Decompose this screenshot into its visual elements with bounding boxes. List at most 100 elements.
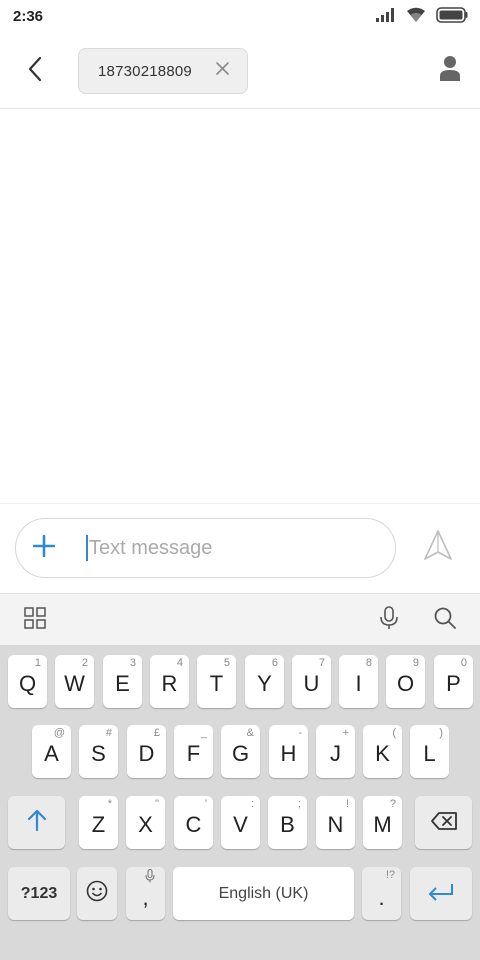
- voice-input-button[interactable]: [375, 605, 403, 634]
- key-hint: ": [155, 798, 159, 810]
- key-q[interactable]: 1Q: [8, 655, 47, 708]
- key-t[interactable]: 5T: [197, 655, 236, 708]
- key-hint: 3: [129, 657, 136, 669]
- key-label: Y: [257, 670, 272, 696]
- key-hint: 0: [460, 657, 467, 669]
- key-s[interactable]: # S: [79, 725, 118, 778]
- key-j[interactable]: + J: [316, 725, 355, 778]
- key-label: O: [396, 670, 415, 696]
- key-b[interactable]: ; B: [268, 796, 307, 849]
- key-k[interactable]: (K: [363, 725, 402, 778]
- key-label: K: [375, 740, 390, 766]
- key-n[interactable]: ! N: [316, 796, 355, 849]
- key-z[interactable]: * Z: [79, 796, 118, 849]
- key-v[interactable]: :V: [221, 796, 260, 849]
- period-key-hint: !?: [385, 869, 395, 881]
- key-hint: 1: [34, 657, 41, 669]
- enter-icon: [428, 881, 454, 907]
- message-input[interactable]: Text message: [86, 531, 376, 565]
- key-label: J: [330, 740, 341, 766]
- key-label: R: [161, 670, 178, 696]
- key-hint: ;: [297, 798, 301, 810]
- key-label: I: [355, 670, 362, 696]
- contact-button[interactable]: [436, 56, 464, 86]
- key-y[interactable]: 6Y: [245, 655, 284, 708]
- backspace-key[interactable]: [415, 796, 472, 849]
- compose-divider: [0, 503, 480, 504]
- key-r[interactable]: 4R: [150, 655, 189, 708]
- key-label: W: [64, 670, 85, 696]
- battery-icon: [436, 6, 468, 28]
- key-e[interactable]: 3E: [103, 655, 142, 708]
- key-hint: 9: [412, 657, 419, 669]
- key-hint: !: [345, 798, 349, 810]
- symbols-key[interactable]: ?123: [8, 867, 70, 920]
- key-hint: 8: [365, 657, 372, 669]
- key-label: T: [209, 670, 224, 696]
- back-button[interactable]: [18, 54, 52, 88]
- recipient-chip[interactable]: 18730218809: [78, 48, 248, 94]
- key-label: C: [185, 811, 202, 837]
- search-icon: [433, 606, 457, 635]
- shift-key[interactable]: [8, 796, 65, 849]
- key-f[interactable]: _ F: [174, 725, 213, 778]
- key-c[interactable]: ' C: [174, 796, 213, 849]
- text-caret: [86, 535, 88, 561]
- key-hint: 5: [223, 657, 230, 669]
- key-hint: ': [204, 798, 207, 810]
- key-hint: ?: [389, 798, 396, 810]
- key-hint: +: [342, 727, 349, 739]
- key-hint: ): [439, 727, 443, 739]
- key-label: N: [327, 811, 344, 837]
- key-label: A: [44, 740, 59, 766]
- microphone-icon: [145, 868, 155, 886]
- key-hint: _: [200, 727, 207, 739]
- attach-button[interactable]: [31, 534, 57, 561]
- key-label: S: [91, 740, 106, 766]
- key-label: V: [233, 811, 248, 837]
- key-hint: -: [298, 727, 302, 739]
- key-x[interactable]: " X: [126, 796, 165, 849]
- shift-icon: [26, 809, 48, 837]
- key-label: U: [303, 670, 320, 696]
- key-hint: 4: [176, 657, 183, 669]
- key-h[interactable]: -H: [269, 725, 308, 778]
- key-w[interactable]: 2W: [55, 655, 94, 708]
- key-label: D: [138, 740, 155, 766]
- key-g[interactable]: & G: [221, 725, 260, 778]
- keyboard-search-button[interactable]: [431, 606, 459, 634]
- key-o[interactable]: 9O: [386, 655, 425, 708]
- conversation-header: 18730218809: [0, 34, 480, 109]
- key-m[interactable]: ? M: [363, 796, 402, 849]
- period-key[interactable]: !? .: [362, 867, 401, 920]
- key-label: Z: [91, 811, 106, 837]
- recipient-number: 18730218809: [98, 62, 192, 80]
- comma-key[interactable]: ,: [126, 867, 165, 920]
- keyboard-menu-button[interactable]: [21, 606, 49, 634]
- status-icons: [376, 6, 468, 28]
- remove-recipient-button[interactable]: [213, 62, 231, 80]
- key-d[interactable]: £ D: [127, 725, 166, 778]
- key-l[interactable]: ) L: [410, 725, 449, 778]
- key-hint: *: [107, 798, 112, 810]
- key-label: H: [280, 740, 297, 766]
- soft-keyboard: ?123 , English (UK) !? . 1 Q 2 W 3 E 4 R…: [0, 645, 480, 960]
- key-label: B: [280, 811, 295, 837]
- grid-icon: [24, 606, 46, 634]
- emoji-icon: [86, 880, 108, 908]
- symbols-key-label: ?123: [20, 884, 58, 902]
- key-hint: #: [105, 727, 112, 739]
- send-button[interactable]: [418, 527, 458, 567]
- key-label: F: [186, 740, 201, 766]
- enter-key[interactable]: [410, 867, 472, 920]
- emoji-key[interactable]: [77, 867, 117, 920]
- key-u[interactable]: 7U: [292, 655, 331, 708]
- key-i[interactable]: 8I: [339, 655, 378, 708]
- space-key[interactable]: English (UK): [173, 867, 354, 920]
- key-p[interactable]: 0P: [434, 655, 473, 708]
- period-key-label: .: [378, 884, 385, 910]
- status-time: 2:36: [13, 8, 44, 25]
- message-placeholder: Text message: [89, 536, 213, 559]
- close-icon: [215, 62, 229, 80]
- key-a[interactable]: @ A: [32, 725, 71, 778]
